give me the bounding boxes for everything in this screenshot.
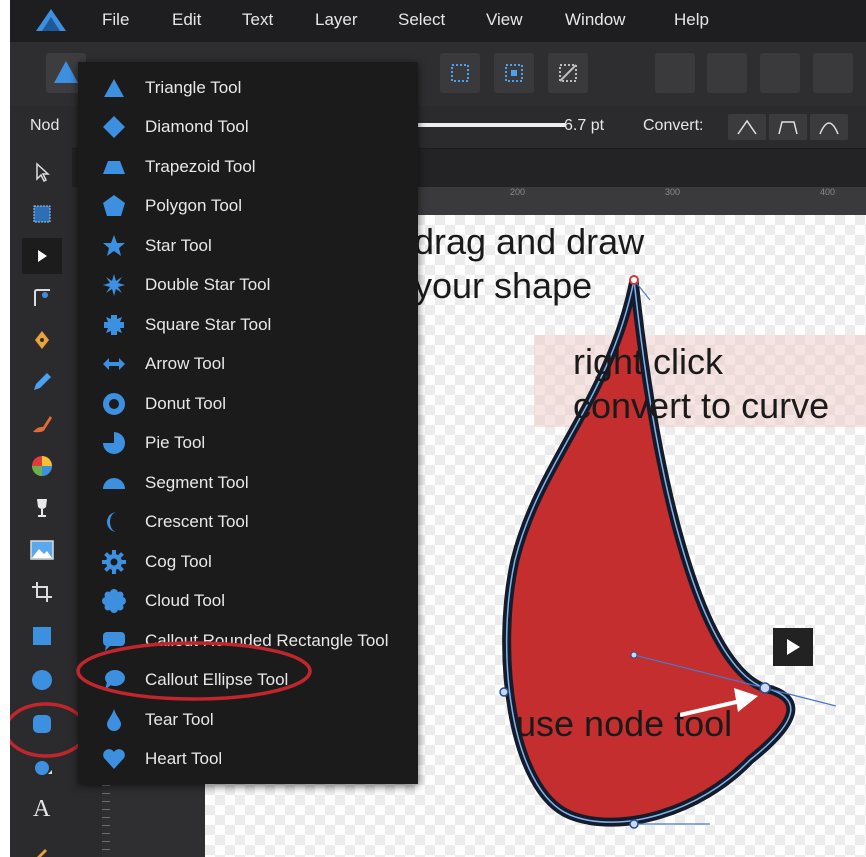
cog-icon: [102, 550, 126, 574]
play-arrow-icon: [787, 639, 800, 655]
menu-item-arrow[interactable]: Arrow Tool: [78, 344, 418, 383]
menu-item-polygon[interactable]: Polygon Tool: [78, 186, 418, 225]
menu-item-donut[interactable]: Donut Tool: [78, 384, 418, 423]
cloud-icon: [102, 589, 126, 613]
menu-item-label: Square Star Tool: [145, 315, 272, 334]
star-icon: [103, 235, 125, 256]
annotation-drag-line2: your shape: [414, 265, 593, 306]
menu-item-label: Trapezoid Tool: [145, 157, 256, 176]
menu-item-label: Crescent Tool: [145, 512, 249, 531]
menu-item-label: Cog Tool: [145, 552, 212, 571]
menu-item-pie[interactable]: Pie Tool: [78, 423, 418, 462]
menu-item-label: Star Tool: [145, 236, 212, 255]
menu-item-label: Triangle Tool: [145, 78, 242, 97]
square-star-icon: [104, 315, 124, 335]
menu-item-label: Donut Tool: [145, 394, 226, 413]
crescent-icon: [107, 512, 117, 532]
menu-item-label: Polygon Tool: [145, 196, 243, 215]
annotation-drag-line1: drag and draw: [414, 221, 645, 262]
menu-item-trapezoid[interactable]: Trapezoid Tool: [78, 147, 418, 186]
arrow-icon: [103, 358, 125, 370]
menu-item-label: Cloud Tool: [145, 591, 226, 610]
menu-item-label: Heart Tool: [145, 749, 223, 768]
annotation-use-node: use node tool: [516, 703, 733, 744]
node-context-button[interactable]: [773, 628, 813, 666]
menu-item-label: Arrow Tool: [145, 354, 225, 373]
menu-item-label: Diamond Tool: [145, 117, 249, 136]
trapezoid-icon: [103, 161, 125, 174]
polygon-icon: [103, 195, 125, 216]
menu-item-star[interactable]: Star Tool: [78, 226, 418, 265]
menu-item-label: Tear Tool: [145, 710, 214, 729]
menu-item-segment[interactable]: Segment Tool: [78, 463, 418, 502]
menu-item-double-star[interactable]: Double Star Tool: [78, 265, 418, 304]
menu-item-triangle[interactable]: Triangle Tool: [78, 68, 418, 107]
menu-item-crescent[interactable]: Crescent Tool: [78, 502, 418, 541]
donut-icon: [103, 393, 125, 415]
menu-item-cloud[interactable]: Cloud Tool: [78, 581, 418, 620]
tear-icon: [107, 709, 121, 731]
menu-item-square-star[interactable]: Square Star Tool: [78, 305, 418, 344]
annotation-right-click-line1: right click: [573, 341, 724, 382]
heart-icon: [103, 749, 125, 769]
menu-item-label: Segment Tool: [145, 473, 249, 492]
affinity-designer-window: File Edit Text Layer Select View Window …: [10, 0, 866, 857]
double-star-icon: [103, 274, 125, 296]
triangle-icon: [104, 79, 124, 97]
segment-icon: [103, 478, 125, 489]
menu-item-diamond[interactable]: Diamond Tool: [78, 107, 418, 146]
diamond-icon: [103, 116, 125, 138]
menu-highlight-ellipse: [76, 641, 312, 701]
pie-icon: [103, 432, 125, 454]
menu-item-heart[interactable]: Heart Tool: [78, 739, 418, 778]
menu-item-label: Pie Tool: [145, 433, 206, 452]
menu-item-label: Double Star Tool: [145, 275, 271, 294]
annotation-right-click-line2: convert to curve: [573, 385, 830, 426]
menu-item-cog[interactable]: Cog Tool: [78, 542, 418, 581]
